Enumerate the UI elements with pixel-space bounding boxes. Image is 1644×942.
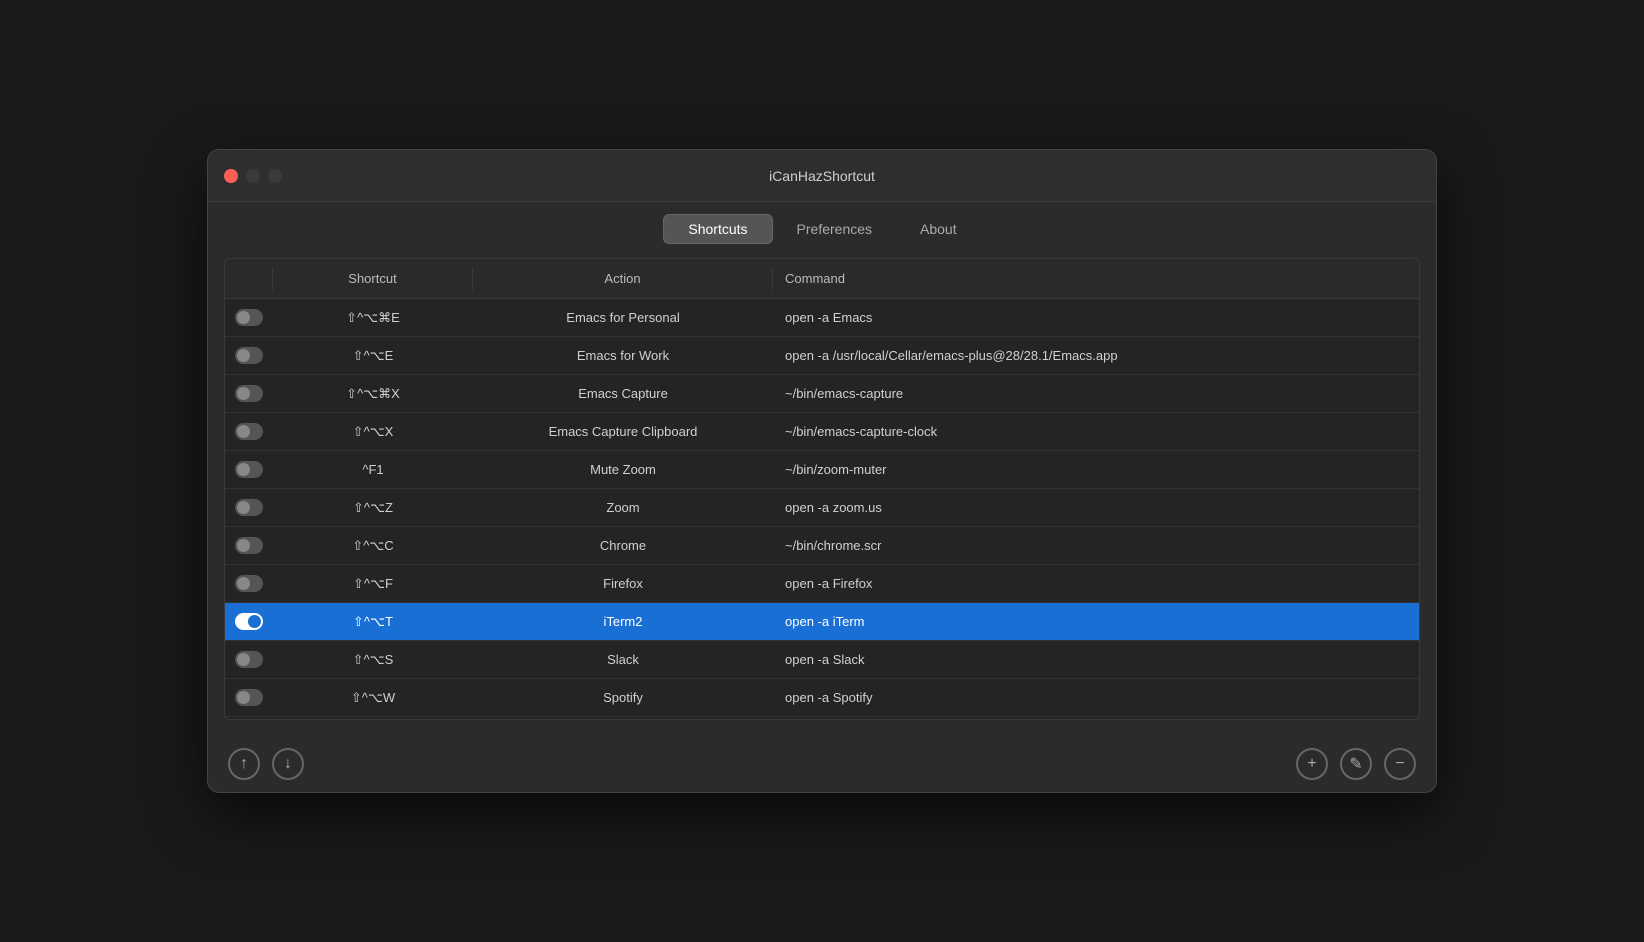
toggle-cell[interactable] [225, 303, 273, 332]
action-cell: Emacs Capture [473, 380, 773, 407]
toggle-switch[interactable] [235, 499, 263, 516]
bottom-bar: ↑ ↓ + ✎ − [208, 736, 1436, 792]
tab-shortcuts[interactable]: Shortcuts [663, 214, 772, 244]
table-header: Shortcut Action Command [225, 259, 1419, 299]
shortcut-cell: ⇧^⌥X [273, 418, 473, 446]
action-cell: Mute Zoom [473, 456, 773, 483]
toggle-cell[interactable] [225, 531, 273, 560]
table-row[interactable]: ⇧^⌥Z Zoom open -a zoom.us [225, 489, 1419, 527]
command-cell: ~/bin/chrome.scr [773, 532, 1419, 559]
shortcut-cell: ⇧^⌥C [273, 532, 473, 560]
table-row[interactable]: ⇧^⌥X Emacs Capture Clipboard ~/bin/emacs… [225, 413, 1419, 451]
table-row[interactable]: ^F1 Mute Zoom ~/bin/zoom-muter [225, 451, 1419, 489]
toggle-cell[interactable] [225, 607, 273, 636]
action-cell: Spotify [473, 684, 773, 711]
toggle-switch[interactable] [235, 651, 263, 668]
bottom-right-controls: + ✎ − [1296, 748, 1416, 780]
shortcut-cell: ⇧^⌥W [273, 684, 473, 712]
toggle-cell[interactable] [225, 493, 273, 522]
action-cell: Emacs Capture Clipboard [473, 418, 773, 445]
add-button[interactable]: + [1296, 748, 1328, 780]
action-cell: Chrome [473, 532, 773, 559]
close-button[interactable] [224, 169, 238, 183]
maximize-button[interactable] [268, 169, 282, 183]
command-cell: ~/bin/zoom-muter [773, 456, 1419, 483]
tab-about[interactable]: About [896, 215, 981, 243]
toggle-cell[interactable] [225, 379, 273, 408]
shortcut-cell: ^F1 [273, 456, 473, 483]
action-cell: Firefox [473, 570, 773, 597]
col-header-toggle [225, 267, 273, 290]
tab-bar: Shortcuts Preferences About [208, 202, 1436, 258]
move-up-button[interactable]: ↑ [228, 748, 260, 780]
shortcut-cell: ⇧^⌥F [273, 570, 473, 598]
toggle-switch[interactable] [235, 309, 263, 326]
toggle-cell[interactable] [225, 569, 273, 598]
move-down-button[interactable]: ↓ [272, 748, 304, 780]
action-cell: Zoom [473, 494, 773, 521]
table-row[interactable]: ⇧^⌥⌘X Emacs Capture ~/bin/emacs-capture [225, 375, 1419, 413]
action-cell: Slack [473, 646, 773, 673]
content-area: Shortcut Action Command ⇧^⌥⌘E Emacs for … [224, 258, 1420, 720]
bottom-left-controls: ↑ ↓ [228, 748, 304, 780]
command-cell: ~/bin/emacs-capture [773, 380, 1419, 407]
move-down-icon: ↓ [284, 755, 292, 773]
command-cell: open -a Slack [773, 646, 1419, 673]
shortcut-cell: ⇧^⌥S [273, 646, 473, 674]
toggle-switch[interactable] [235, 537, 263, 554]
move-up-icon: ↑ [240, 755, 248, 773]
action-cell: iTerm2 [473, 608, 773, 635]
minimize-button[interactable] [246, 169, 260, 183]
remove-icon: − [1395, 755, 1404, 773]
table-row-selected[interactable]: ⇧^⌥T iTerm2 open -a iTerm [225, 603, 1419, 641]
shortcut-cell: ⇧^⌥E [273, 342, 473, 370]
toggle-cell[interactable] [225, 455, 273, 484]
command-cell: open -a iTerm [773, 608, 1419, 635]
window-title: iCanHazShortcut [769, 168, 875, 184]
toggle-switch[interactable] [235, 347, 263, 364]
command-cell: open -a Firefox [773, 570, 1419, 597]
shortcut-cell: ⇧^⌥⌘E [273, 304, 473, 332]
action-cell: Emacs for Work [473, 342, 773, 369]
add-icon: + [1307, 755, 1316, 773]
table-row[interactable]: ⇧^⌥S Slack open -a Slack [225, 641, 1419, 679]
titlebar: iCanHazShortcut [208, 150, 1436, 202]
toggle-cell[interactable] [225, 341, 273, 370]
tab-preferences[interactable]: Preferences [773, 215, 896, 243]
toggle-cell[interactable] [225, 683, 273, 712]
shortcut-cell: ⇧^⌥T [273, 608, 473, 636]
toggle-cell[interactable] [225, 417, 273, 446]
shortcut-cell: ⇧^⌥Z [273, 494, 473, 522]
command-cell: open -a Emacs [773, 304, 1419, 331]
toggle-cell[interactable] [225, 645, 273, 674]
toggle-switch[interactable] [235, 385, 263, 402]
col-header-shortcut: Shortcut [273, 267, 473, 290]
col-header-action: Action [473, 267, 773, 290]
command-cell: open -a Spotify [773, 684, 1419, 711]
table-row[interactable]: ⇧^⌥C Chrome ~/bin/chrome.scr [225, 527, 1419, 565]
table-row[interactable]: ⇧^⌥F Firefox open -a Firefox [225, 565, 1419, 603]
command-cell: open -a zoom.us [773, 494, 1419, 521]
table-body: ⇧^⌥⌘E Emacs for Personal open -a Emacs ⇧… [225, 299, 1419, 719]
shortcut-cell: ⇧^⌥⌘X [273, 380, 473, 408]
toggle-switch[interactable] [235, 613, 263, 630]
window-controls [224, 169, 282, 183]
col-header-command: Command [773, 267, 1419, 290]
remove-button[interactable]: − [1384, 748, 1416, 780]
table-row[interactable]: ⇧^⌥W Spotify open -a Spotify [225, 679, 1419, 717]
toggle-switch[interactable] [235, 423, 263, 440]
edit-icon: ✎ [1349, 754, 1362, 774]
table-row[interactable]: ⇧^⌥⌘E Emacs for Personal open -a Emacs [225, 299, 1419, 337]
toggle-switch[interactable] [235, 461, 263, 478]
toggle-switch[interactable] [235, 689, 263, 706]
main-window: iCanHazShortcut Shortcuts Preferences Ab… [207, 149, 1437, 793]
toggle-switch[interactable] [235, 575, 263, 592]
table-row[interactable]: ⇧^⌥O Keepass open -a KeepassXC [225, 717, 1419, 719]
command-cell: open -a /usr/local/Cellar/emacs-plus@28/… [773, 342, 1419, 369]
table-row[interactable]: ⇧^⌥E Emacs for Work open -a /usr/local/C… [225, 337, 1419, 375]
action-cell: Emacs for Personal [473, 304, 773, 331]
edit-button[interactable]: ✎ [1340, 748, 1372, 780]
command-cell: ~/bin/emacs-capture-clock [773, 418, 1419, 445]
